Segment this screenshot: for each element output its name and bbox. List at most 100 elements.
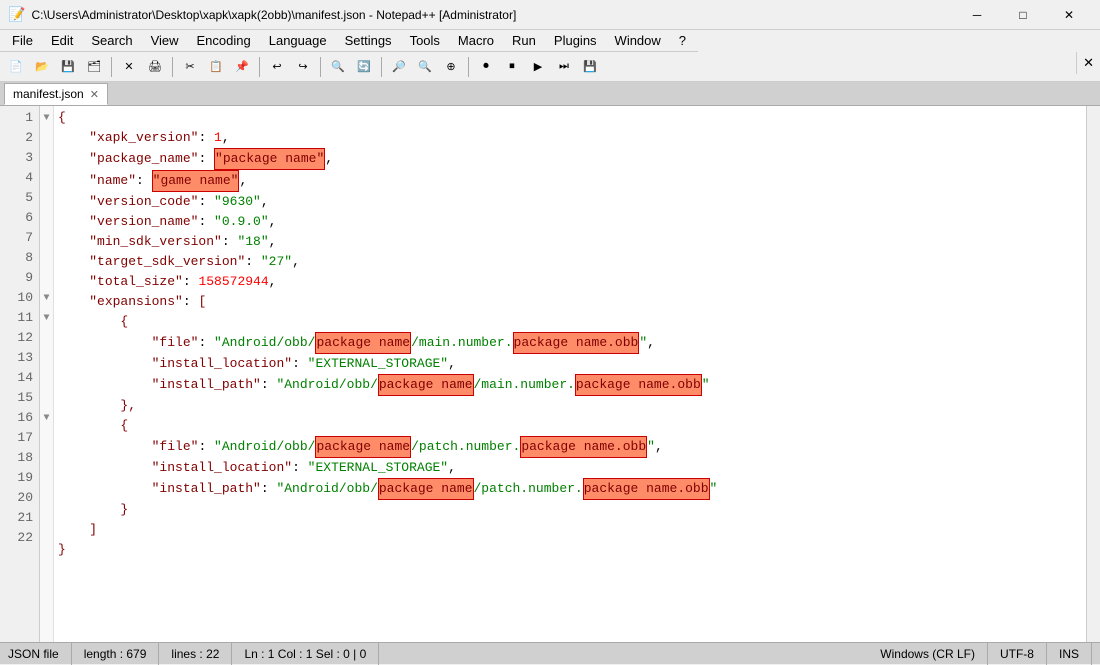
status-encoding: UTF-8	[988, 643, 1047, 665]
toolbar-macro-rec[interactable]: ⏺	[474, 55, 498, 79]
toolbar-macro-run[interactable]: ⏭	[552, 55, 576, 79]
status-position: Ln : 1 Col : 1 Sel : 0 | 0	[232, 643, 379, 665]
tab-manifest-json[interactable]: manifest.json ✕	[4, 83, 108, 105]
title-bar: 📝 C:\Users\Administrator\Desktop\xapk\xa…	[0, 0, 1100, 30]
toolbar-saveall[interactable]: 🗂	[82, 55, 106, 79]
fold-5	[40, 188, 53, 208]
menu-help[interactable]: ?	[671, 30, 694, 52]
toolbar-sep1	[111, 57, 112, 77]
menu-macro[interactable]: Macro	[450, 30, 502, 52]
close-button[interactable]: ✕	[1046, 0, 1092, 30]
tab-label: manifest.json	[13, 87, 84, 101]
toolbar-new[interactable]: 📄	[4, 55, 28, 79]
vertical-scrollbar[interactable]	[1086, 106, 1100, 642]
status-length: length : 679	[72, 643, 160, 665]
toolbar-macro-stop[interactable]: ⏹	[500, 55, 524, 79]
fold-8	[40, 248, 53, 268]
toolbar-print[interactable]: 🖨	[143, 55, 167, 79]
toolbar-undo[interactable]: ↩	[265, 55, 289, 79]
toolbar-sep5	[381, 57, 382, 77]
menu-tools[interactable]: Tools	[402, 30, 448, 52]
panel-close-button[interactable]: ✕	[1076, 52, 1100, 74]
menu-plugins[interactable]: Plugins	[546, 30, 605, 52]
status-ins: INS	[1047, 643, 1092, 665]
code-line-10: "expansions": [	[58, 292, 1082, 312]
tab-bar: manifest.json ✕	[0, 82, 1100, 106]
fold-12	[40, 328, 53, 348]
menu-view[interactable]: View	[143, 30, 187, 52]
fold-6	[40, 208, 53, 228]
toolbar-save[interactable]: 💾	[56, 55, 80, 79]
fold-21	[40, 508, 53, 528]
line-numbers: 12345 678910 1112131415 1617181920 2122	[0, 106, 40, 642]
code-line-18: "install_location": "EXTERNAL_STORAGE",	[58, 458, 1082, 478]
app-icon: 📝	[8, 6, 25, 23]
toolbar-replace[interactable]: 🔄	[352, 55, 376, 79]
fold-13	[40, 348, 53, 368]
code-line-11: {	[58, 312, 1082, 332]
toolbar-cut[interactable]: ✂	[178, 55, 202, 79]
code-line-21: ]	[58, 520, 1082, 540]
toolbar-close[interactable]: ✕	[117, 55, 141, 79]
code-line-20: }	[58, 500, 1082, 520]
code-line-19: "install_path": "Android/obb/package nam…	[58, 478, 1082, 500]
toolbar-sep4	[320, 57, 321, 77]
code-line-14: "install_path": "Android/obb/package nam…	[58, 374, 1082, 396]
toolbar-zoom-reset[interactable]: ⊕	[439, 55, 463, 79]
toolbar-macro-play[interactable]: ▶	[526, 55, 550, 79]
fold-15	[40, 388, 53, 408]
status-filetype: JSON file	[8, 643, 72, 665]
toolbar-zoomout[interactable]: 🔍	[413, 55, 437, 79]
fold-20	[40, 488, 53, 508]
fold-9	[40, 268, 53, 288]
fold-10[interactable]: ▼	[40, 288, 53, 308]
code-line-15: },	[58, 396, 1082, 416]
code-line-22: }	[58, 540, 1082, 560]
code-line-6: "version_name": "0.9.0",	[58, 212, 1082, 232]
code-area[interactable]: { "xapk_version": 1, "package_name": "pa…	[54, 106, 1086, 642]
menu-language[interactable]: Language	[261, 30, 335, 52]
editor-container: 12345 678910 1112131415 1617181920 2122 …	[0, 106, 1100, 642]
fold-column: ▼ ▼ ▼ ▼	[40, 106, 54, 642]
toolbar-macro-save[interactable]: 💾	[578, 55, 602, 79]
title-bar-left: 📝 C:\Users\Administrator\Desktop\xapk\xa…	[8, 6, 516, 23]
toolbar-paste[interactable]: 📌	[230, 55, 254, 79]
toolbar-zoomin[interactable]: 🔎	[387, 55, 411, 79]
fold-11[interactable]: ▼	[40, 308, 53, 328]
fold-18	[40, 448, 53, 468]
code-line-17: "file": "Android/obb/package name/patch.…	[58, 436, 1082, 458]
fold-14	[40, 368, 53, 388]
menu-bar-wrapper: File Edit Search View Encoding Language …	[0, 30, 1100, 52]
fold-4	[40, 168, 53, 188]
toolbar-copy[interactable]: 📋	[204, 55, 228, 79]
fold-3	[40, 148, 53, 168]
toolbar-sep3	[259, 57, 260, 77]
status-lines: lines : 22	[159, 643, 232, 665]
menu-encoding[interactable]: Encoding	[189, 30, 259, 52]
code-line-9: "total_size": 158572944,	[58, 272, 1082, 292]
toolbar-open[interactable]: 📂	[30, 55, 54, 79]
fold-1[interactable]: ▼	[40, 108, 53, 128]
fold-16[interactable]: ▼	[40, 408, 53, 428]
code-line-8: "target_sdk_version": "27",	[58, 252, 1082, 272]
toolbar-sep6	[468, 57, 469, 77]
status-encoding-type: Windows (CR LF)	[868, 643, 988, 665]
code-line-12: "file": "Android/obb/package name/main.n…	[58, 332, 1082, 354]
tab-close-button[interactable]: ✕	[90, 88, 99, 101]
code-line-1: {	[58, 108, 1082, 128]
menu-edit[interactable]: Edit	[43, 30, 81, 52]
minimize-button[interactable]: ─	[954, 0, 1000, 30]
menu-run[interactable]: Run	[504, 30, 544, 52]
menu-search[interactable]: Search	[83, 30, 140, 52]
menu-file[interactable]: File	[4, 30, 41, 52]
title-bar-text: C:\Users\Administrator\Desktop\xapk\xapk…	[31, 8, 516, 22]
toolbar-redo[interactable]: ↪	[291, 55, 315, 79]
code-line-4: "name": "game name",	[58, 170, 1082, 192]
menu-window[interactable]: Window	[607, 30, 669, 52]
menu-settings[interactable]: Settings	[337, 30, 400, 52]
code-line-5: "version_code": "9630",	[58, 192, 1082, 212]
maximize-button[interactable]: □	[1000, 0, 1046, 30]
menu-bar[interactable]: File Edit Search View Encoding Language …	[0, 30, 698, 52]
title-bar-controls[interactable]: ─ □ ✕	[954, 0, 1092, 30]
toolbar-find[interactable]: 🔍	[326, 55, 350, 79]
